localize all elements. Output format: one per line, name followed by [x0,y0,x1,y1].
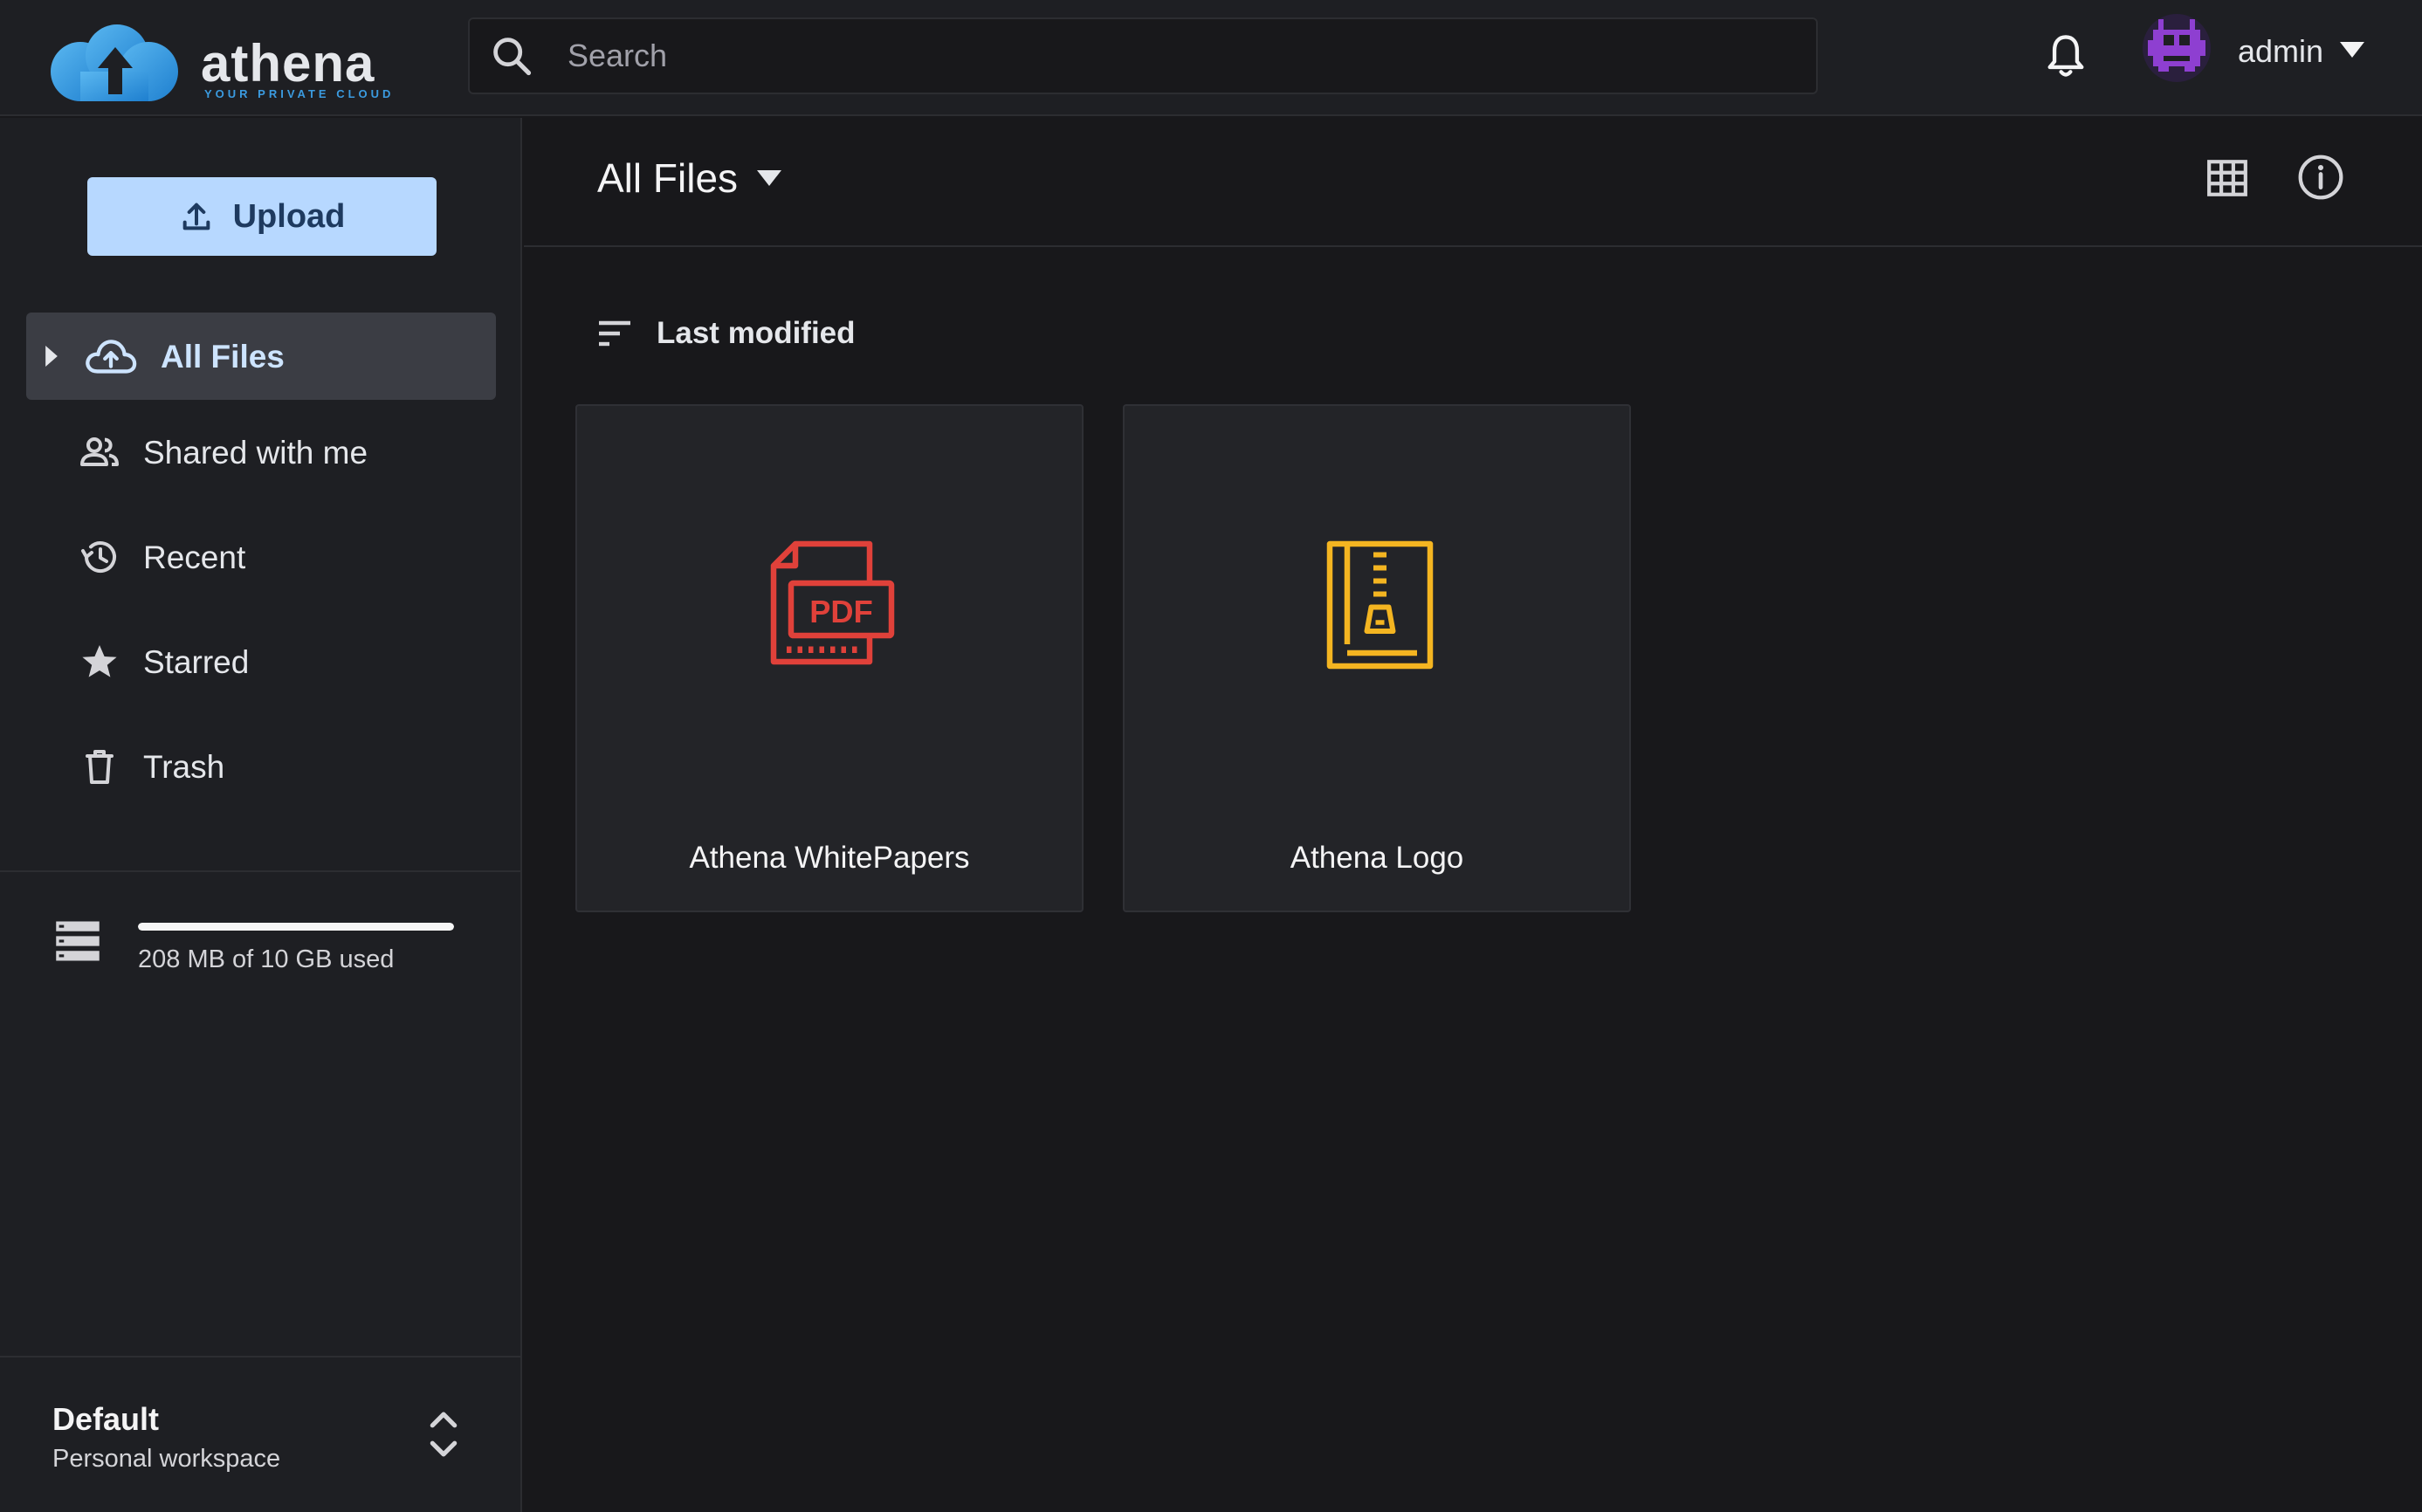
sort-icon [599,320,630,347]
sidebar-item-shared-with-me[interactable]: Shared with me [26,409,496,496]
history-icon [81,541,116,573]
storage-icon [56,921,100,961]
info-icon[interactable] [2296,153,2345,202]
upload-button[interactable]: Upload [87,177,437,256]
page-title: All Files [597,155,739,201]
storage-usage-text: 208 MB of 10 GB used [138,945,395,973]
chevron-down-icon[interactable] [2340,42,2364,58]
sidebar-item-starred[interactable]: Starred [26,618,496,705]
grid-view-icon[interactable] [2205,156,2249,200]
pdf-file-icon: PDF [770,540,895,665]
storage-progress-fill [138,923,454,931]
sort-control[interactable]: Last modified [597,316,856,351]
search-bar[interactable] [468,17,1818,94]
workspace-divider [0,1356,520,1357]
location-dropdown[interactable]: All Files [597,155,782,202]
chevron-right-icon[interactable] [45,346,58,367]
sidebar-item-label: Shared with me [143,435,368,471]
search-icon [493,38,532,76]
cloud-logo-icon [51,24,178,101]
sidebar-item-label: Recent [143,540,246,575]
sidebar-item-label: Trash [143,749,225,785]
file-card[interactable]: Athena Logo [1123,404,1631,912]
storage-progress-bar [138,923,454,931]
sidebar: Upload All Files Shared with me Recent S… [0,118,522,1512]
bell-icon[interactable] [2043,31,2088,80]
chevron-down-icon [757,170,782,186]
search-input[interactable] [568,30,1790,82]
logo-wordmark: athena [201,34,375,93]
sidebar-item-trash[interactable]: Trash [26,723,496,810]
sidebar-divider [0,870,520,872]
sidebar-item-recent[interactable]: Recent [26,513,496,601]
upload-icon [182,203,210,230]
sidebar-item-label: All Files [161,339,285,375]
user-name[interactable]: admin [2238,33,2323,70]
sidebar-item-label: Starred [143,644,250,680]
workspace-subtitle: Personal workspace [52,1445,281,1473]
pdf-icon-text: PDF [809,594,873,629]
file-card[interactable]: PDF Athena WhitePapers [575,404,1084,912]
main-header: All Files [524,118,2422,247]
pixel-monster-avatar-icon [2148,19,2205,72]
avatar[interactable] [2143,14,2211,82]
logo-tagline: YOUR PRIVATE CLOUD [204,87,395,100]
sort-label: Last modified [657,316,856,350]
cloud-upload-icon [86,340,137,374]
zip-file-icon [1326,540,1434,670]
people-icon [80,437,119,466]
upload-label: Upload [232,197,346,235]
sidebar-item-all-files[interactable]: All Files [26,313,496,400]
file-name: Athena WhitePapers [689,841,970,875]
workspace-name[interactable]: Default [52,1401,159,1438]
unfold-chevron-icon[interactable] [428,1410,459,1459]
file-name: Athena Logo [1290,841,1464,875]
athena-logo[interactable]: athena YOUR PRIVATE CLOUD [45,23,390,108]
trash-icon [86,750,114,784]
top-bar: athena YOUR PRIVATE CLOUD admin [0,0,2422,116]
star-icon [82,645,117,677]
